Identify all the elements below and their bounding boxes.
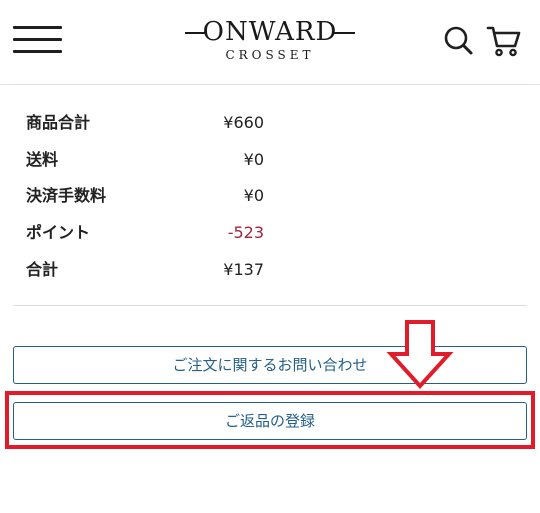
summary-label: 送料	[26, 150, 59, 169]
summary-value: ¥137	[223, 260, 264, 279]
logo-line-right	[333, 32, 355, 34]
header-divider	[13, 84, 527, 85]
annotation-highlight-box	[5, 391, 535, 449]
annotation-arrow-icon	[386, 320, 454, 389]
logo[interactable]: ONWARD CROSSET	[185, 14, 355, 70]
summary-row-subtotal: 商品合計 ¥660	[26, 112, 264, 134]
summary-row-shipping: 送料 ¥0	[26, 149, 264, 171]
summary-label: 商品合計	[26, 113, 91, 132]
summary-value: ¥0	[243, 150, 264, 169]
cart-icon[interactable]	[486, 24, 521, 58]
summary-label: ポイント	[26, 223, 91, 242]
summary-label: 合計	[26, 260, 59, 279]
summary-divider	[13, 305, 527, 306]
logo-main-text: ONWARD	[202, 17, 338, 47]
summary-label: 決済手数料	[26, 186, 107, 205]
summary-row-points: ポイント -523	[26, 222, 264, 244]
summary-row-fee: 決済手数料 ¥0	[26, 185, 264, 207]
summary-value: ¥660	[223, 113, 264, 132]
logo-sub-text: CROSSET	[225, 48, 315, 62]
summary-value-negative: -523	[227, 223, 264, 242]
search-icon[interactable]	[442, 24, 476, 58]
site-header: ONWARD CROSSET	[0, 0, 540, 85]
menu-icon[interactable]	[13, 25, 63, 55]
summary-row-total: 合計 ¥137	[26, 259, 264, 281]
summary-value: ¥0	[243, 186, 264, 205]
